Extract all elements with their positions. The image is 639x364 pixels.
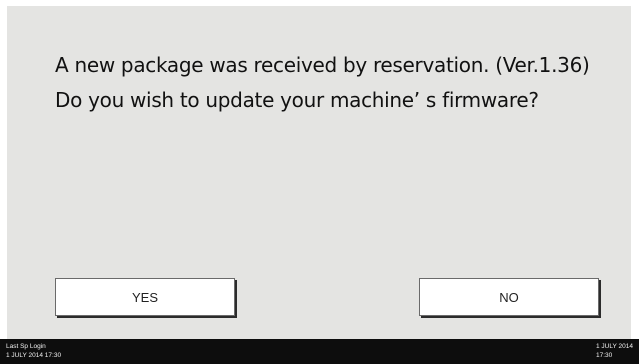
- message-line-package: A new package was received by reservatio…: [55, 53, 590, 77]
- yes-button[interactable]: YES: [55, 278, 235, 316]
- last-login-info: Last Sp Login 1 JULY 2014 17:30: [6, 342, 61, 360]
- last-login-label: Last Sp Login: [6, 343, 46, 350]
- no-button[interactable]: NO: [419, 278, 599, 316]
- current-date: 1 JULY 2014: [596, 343, 633, 350]
- current-time: 17:30: [596, 352, 613, 359]
- message-line-question: Do you wish to update your machine’ s fi…: [55, 88, 539, 112]
- status-bar: Last Sp Login 1 JULY 2014 17:30 1 JULY 2…: [0, 339, 639, 364]
- firmware-update-screen: A new package was received by reservatio…: [0, 0, 639, 364]
- current-datetime: 1 JULY 2014 17:30: [596, 342, 633, 360]
- dialog-panel: A new package was received by reservatio…: [7, 6, 631, 339]
- dialog-message: A new package was received by reservatio…: [55, 48, 590, 118]
- last-login-datetime: 1 JULY 2014 17:30: [6, 352, 62, 359]
